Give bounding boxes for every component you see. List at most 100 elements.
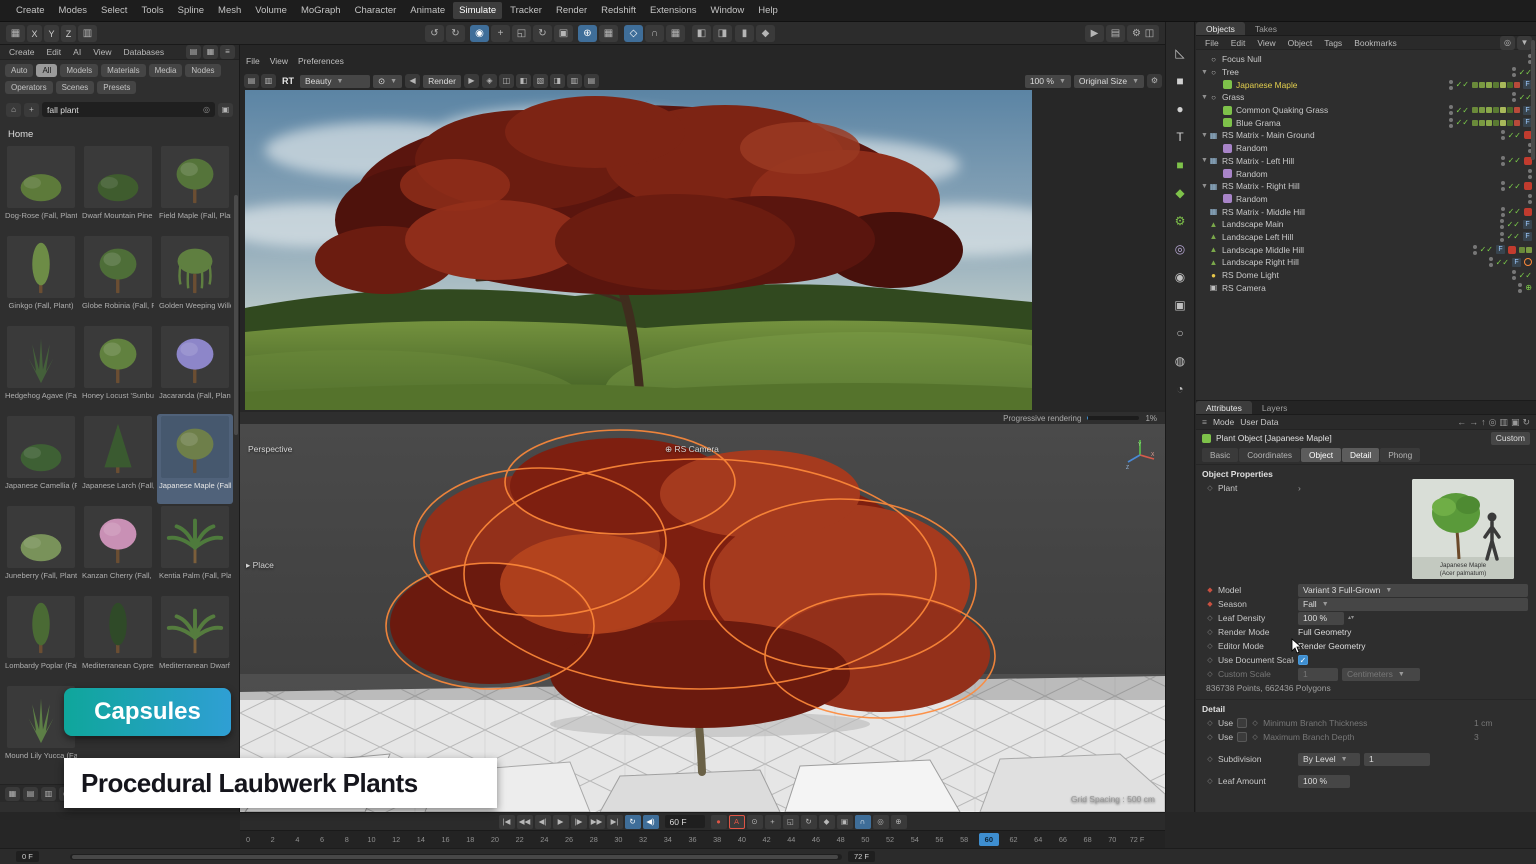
- enabled-check[interactable]: ✓✓: [1456, 80, 1469, 89]
- previous-frame-button[interactable]: ◀|: [535, 815, 551, 829]
- snap-icon[interactable]: ◇: [624, 25, 643, 42]
- axis-lock-z[interactable]: Z: [61, 25, 76, 42]
- filter-scenes[interactable]: Scenes: [56, 81, 95, 94]
- tree-row[interactable]: ▼○Grass✓✓: [1196, 91, 1536, 104]
- deformer-icon[interactable]: ◎: [1171, 240, 1189, 258]
- redo-icon[interactable]: ↻: [446, 25, 465, 42]
- section-tab-detail[interactable]: Detail: [1342, 448, 1379, 462]
- material-tags[interactable]: [1519, 247, 1532, 253]
- isolate-icon[interactable]: ◨: [713, 25, 732, 42]
- field-tag[interactable]: F: [1512, 258, 1521, 267]
- om-filter-icon[interactable]: ▼: [1517, 36, 1532, 50]
- simulation-scene-icon[interactable]: ◆: [1171, 184, 1189, 202]
- tab-objects[interactable]: Objects: [1196, 22, 1245, 35]
- tree-row[interactable]: Japanese Maple✓✓F: [1196, 78, 1536, 91]
- tab-takes[interactable]: Takes: [1245, 22, 1287, 35]
- visibility-toggles[interactable]: [1501, 207, 1505, 217]
- asset-item[interactable]: Globe Robinia (Fall, Pl...: [80, 234, 156, 324]
- attr-lock-icon[interactable]: ▣: [1511, 417, 1520, 428]
- rotation-record-button[interactable]: ↻: [801, 815, 817, 829]
- asset-item[interactable]: Japanese Camellia (Fal...: [3, 414, 79, 504]
- solo-button[interactable]: ◎: [873, 815, 889, 829]
- filter-nodes[interactable]: Nodes: [185, 64, 220, 77]
- asset-item[interactable]: Honey Locust 'Sunbur...: [80, 324, 156, 414]
- render-view-menu-preferences[interactable]: Preferences: [298, 56, 344, 66]
- menu-help[interactable]: Help: [752, 2, 784, 19]
- ab-compare-icon[interactable]: ◫: [499, 74, 514, 88]
- tree-row[interactable]: ○Focus Null: [1196, 53, 1536, 66]
- ab-sort-icon[interactable]: ▥: [41, 787, 56, 801]
- region-render-icon[interactable]: ◨: [550, 74, 565, 88]
- om-menu-bookmarks[interactable]: Bookmarks: [1349, 37, 1402, 49]
- quantize-icon[interactable]: ∩: [645, 25, 664, 42]
- attr-back-icon[interactable]: ←: [1457, 417, 1466, 428]
- snapshot-icon[interactable]: ▤: [244, 74, 259, 88]
- section-tab-coordinates[interactable]: Coordinates: [1239, 448, 1300, 462]
- visibility-toggles[interactable]: [1512, 92, 1516, 102]
- field-tag[interactable]: F: [1523, 220, 1532, 229]
- timeline-ruler[interactable]: 0246810121416182022242628303234363840424…: [240, 830, 1165, 848]
- render-view-menu-file[interactable]: File: [246, 56, 260, 66]
- range-end-field[interactable]: 72 F: [848, 851, 875, 862]
- split-view-icon[interactable]: ◧: [516, 74, 531, 88]
- scale-record-button[interactable]: ◱: [783, 815, 799, 829]
- render-pass-dropdown[interactable]: Beauty▼: [300, 75, 370, 88]
- visibility-toggles[interactable]: [1473, 245, 1477, 255]
- menu-volume[interactable]: Volume: [249, 2, 293, 19]
- volume-builder-icon[interactable]: ■: [1171, 156, 1189, 174]
- next-render-icon[interactable]: ▶: [464, 74, 479, 88]
- scale-tool-icon[interactable]: ◱: [512, 25, 531, 42]
- record-button[interactable]: ●: [711, 815, 727, 829]
- editor-mode-dropdown[interactable]: Render Geometry: [1298, 641, 1366, 651]
- tab-attributes[interactable]: Attributes: [1196, 401, 1252, 414]
- redshift-material-tag[interactable]: [1524, 182, 1532, 190]
- prev-render-icon[interactable]: ◀: [405, 74, 420, 88]
- jump-start-button[interactable]: |◀: [499, 815, 515, 829]
- attr-user-data-menu[interactable]: User Data: [1240, 417, 1278, 427]
- om-menu-object[interactable]: Object: [1283, 37, 1318, 49]
- enabled-check[interactable]: ✓✓: [1519, 93, 1532, 102]
- false-color-icon[interactable]: ▧: [533, 74, 548, 88]
- visibility-toggles[interactable]: [1449, 118, 1453, 128]
- attr-up-icon[interactable]: ↑: [1481, 417, 1486, 428]
- asset-grid-scrollbar[interactable]: [234, 195, 238, 435]
- use-checkbox[interactable]: [1237, 718, 1247, 728]
- asset-menu-edit[interactable]: Edit: [42, 46, 67, 58]
- tree-row[interactable]: ●RS Dome Light✓✓: [1196, 269, 1536, 282]
- tag-tool-icon[interactable]: ◔: [1171, 380, 1189, 398]
- tree-row[interactable]: ▦RS Matrix - Middle Hill✓✓: [1196, 205, 1536, 218]
- magnet-button[interactable]: ∩: [855, 815, 871, 829]
- enabled-check[interactable]: ✓✓: [1480, 245, 1493, 254]
- section-tab-basic[interactable]: Basic: [1202, 448, 1238, 462]
- asset-menu-databases[interactable]: Databases: [118, 46, 169, 58]
- enabled-check[interactable]: ✓✓: [1508, 131, 1521, 140]
- field-tag[interactable]: F: [1523, 232, 1532, 241]
- asset-item[interactable]: Kentia Palm (Fall, Plant): [157, 504, 233, 594]
- info-overlay-icon[interactable]: ▤: [584, 74, 599, 88]
- tree-row[interactable]: Random: [1196, 142, 1536, 155]
- menu-modes[interactable]: Modes: [53, 2, 94, 19]
- visibility-toggles[interactable]: [1449, 80, 1453, 90]
- filter-materials[interactable]: Materials: [101, 64, 145, 77]
- tree-row[interactable]: Random: [1196, 167, 1536, 180]
- viewport-canvas[interactable]: Perspective ⊕ RS Camera ▸ Place Grid Spa…: [240, 424, 1165, 812]
- pla-record-button[interactable]: ▣: [837, 815, 853, 829]
- model-dropdown[interactable]: Variant 3 Full-Grown▼: [1298, 584, 1528, 597]
- visibility-toggles[interactable]: [1501, 156, 1505, 166]
- filter-presets[interactable]: Presets: [97, 81, 136, 94]
- asset-item[interactable]: Dwarf Mountain Pine (...: [80, 144, 156, 234]
- visibility-toggles[interactable]: [1528, 169, 1532, 179]
- visibility-toggles[interactable]: [1512, 67, 1516, 77]
- autokey-button[interactable]: A: [729, 815, 745, 829]
- render-view-settings-icon[interactable]: ⚙: [1147, 74, 1162, 88]
- asset-item[interactable]: Japanese Maple (Fall, ...: [157, 414, 233, 504]
- range-start-field[interactable]: 0 F: [16, 851, 39, 862]
- asset-item[interactable]: Golden Weeping Willo...: [157, 234, 233, 324]
- menu-extensions[interactable]: Extensions: [644, 2, 702, 19]
- filter-media[interactable]: Media: [149, 64, 183, 77]
- om-search-icon[interactable]: ◎: [1500, 36, 1515, 50]
- enabled-check[interactable]: ✓✓: [1508, 182, 1521, 191]
- section-tab-phong[interactable]: Phong: [1380, 448, 1420, 462]
- ab-grid-view-icon[interactable]: ▦: [5, 787, 20, 801]
- spline-pen-icon[interactable]: ◺: [1171, 44, 1189, 62]
